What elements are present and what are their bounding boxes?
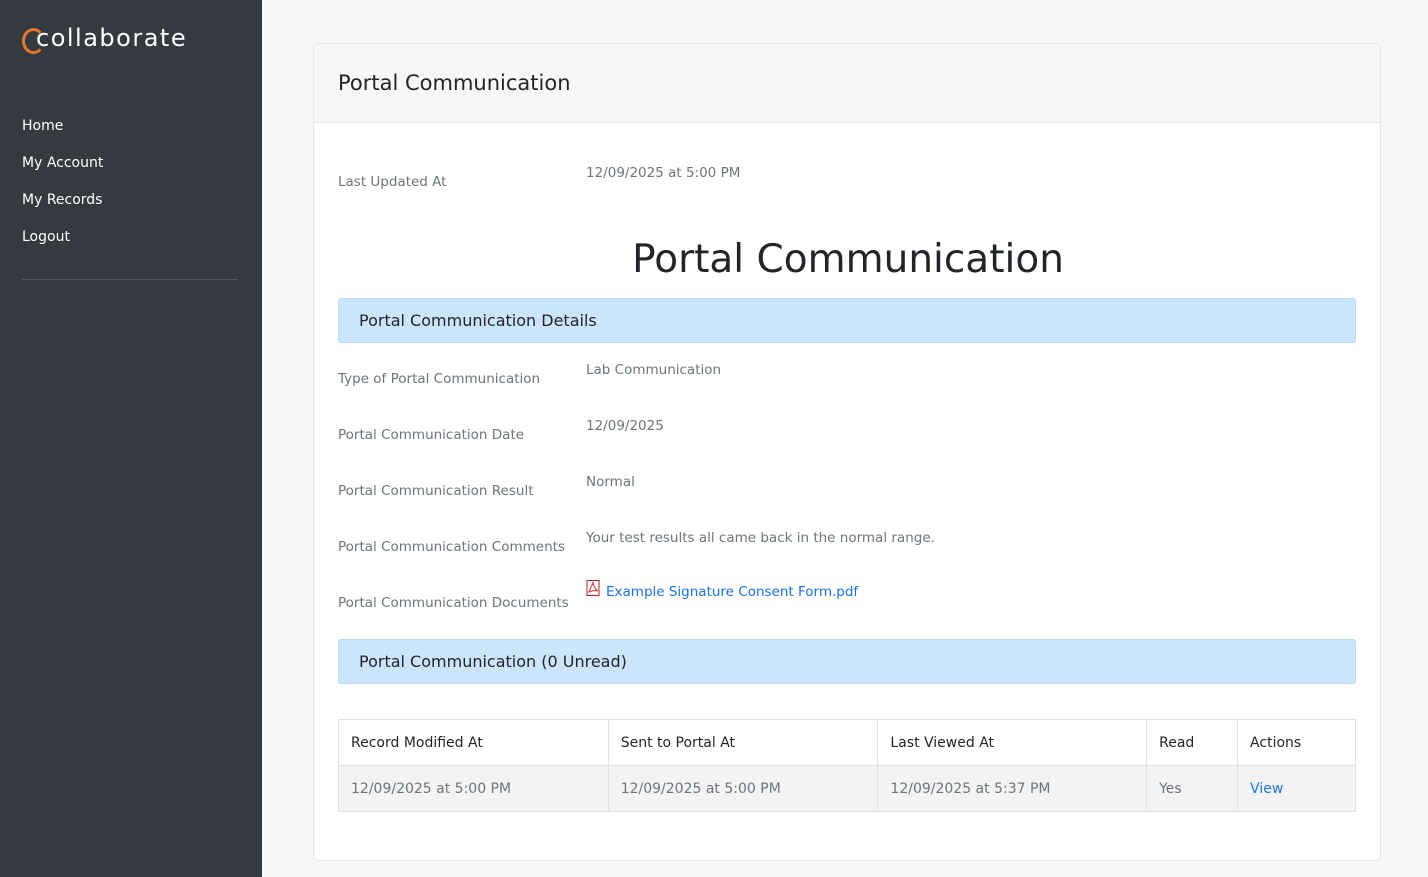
sidebar-nav: Home My Account My Records Logout xyxy=(22,115,103,263)
collaborate-logo[interactable]: collaborate xyxy=(22,24,188,54)
type-label: Type of Portal Communication xyxy=(338,371,541,387)
documents-value: Example Signature Consent Form.pdf xyxy=(586,580,859,604)
sent-to-portal-cell: 12/09/2025 at 5:00 PM xyxy=(607,765,879,812)
comments-label: Portal Communication Comments xyxy=(338,539,565,555)
communication-section-header: Portal Communication (0 Unread) xyxy=(338,639,1356,684)
record-modified-cell: 12/09/2025 at 5:00 PM xyxy=(338,765,609,812)
card-header: Portal Communication xyxy=(314,44,1380,123)
logo-text: collaborate xyxy=(36,24,188,52)
card-header-title: Portal Communication xyxy=(338,71,571,95)
result-value: Normal xyxy=(586,474,635,490)
sidebar-item-my-records[interactable]: My Records xyxy=(22,189,103,226)
document-link-text: Example Signature Consent Form.pdf xyxy=(606,584,859,600)
documents-label: Portal Communication Documents xyxy=(338,595,569,611)
sidebar: collaborate Home My Account My Records L… xyxy=(0,0,262,877)
comments-value: Your test results all came back in the n… xyxy=(586,530,935,546)
last-updated-label: Last Updated At xyxy=(338,174,447,190)
column-header: Actions xyxy=(1237,719,1356,766)
page-title: Portal Communication xyxy=(632,237,1064,282)
sidebar-item-logout[interactable]: Logout xyxy=(22,226,103,263)
actions-cell: View xyxy=(1237,765,1356,812)
result-label: Portal Communication Result xyxy=(338,483,534,499)
column-header: Last Viewed At xyxy=(877,719,1148,766)
details-section-header: Portal Communication Details xyxy=(338,298,1356,343)
logo-c-icon xyxy=(22,25,45,54)
sidebar-item-home[interactable]: Home xyxy=(22,115,103,152)
table-header-row: Record Modified At Sent to Portal At Las… xyxy=(338,719,1356,766)
view-link[interactable]: View xyxy=(1250,781,1283,797)
last-viewed-cell: 12/09/2025 at 5:37 PM xyxy=(877,765,1148,812)
read-cell: Yes xyxy=(1146,765,1239,812)
column-header: Sent to Portal At xyxy=(607,719,879,766)
pdf-icon xyxy=(586,580,601,596)
column-header: Record Modified At xyxy=(338,719,609,766)
column-header: Read xyxy=(1146,719,1239,766)
type-value: Lab Communication xyxy=(586,362,722,378)
communication-table: Record Modified At Sent to Portal At Las… xyxy=(338,719,1356,812)
document-link[interactable]: Example Signature Consent Form.pdf xyxy=(586,580,859,600)
sidebar-divider xyxy=(22,279,238,280)
date-value: 12/09/2025 xyxy=(586,418,664,434)
last-updated-value: 12/09/2025 at 5:00 PM xyxy=(586,165,741,181)
date-label: Portal Communication Date xyxy=(338,427,525,443)
portal-communication-card: Portal Communication Last Updated At 12/… xyxy=(313,43,1381,861)
sidebar-item-my-account[interactable]: My Account xyxy=(22,152,103,189)
table-row: 12/09/2025 at 5:00 PM 12/09/2025 at 5:00… xyxy=(338,765,1356,812)
